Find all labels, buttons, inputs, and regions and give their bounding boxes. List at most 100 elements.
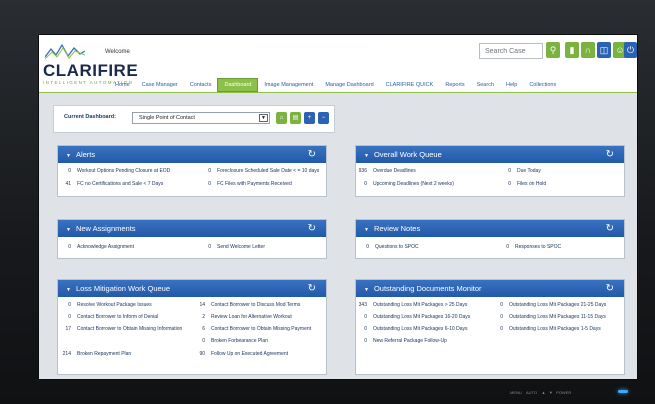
docs-item[interactable]: 0 Outstanding Loss Mit Packages 21-25 Day… [494,302,606,308]
up-arrow-icon[interactable]: ▲ [542,390,546,395]
nav-search[interactable]: Search [471,78,500,92]
refresh-icon[interactable]: ↻ [308,220,316,237]
item-label: Send Welcome Letter [217,244,265,250]
loss-item[interactable]: 14 Contact Borrower to Discuss Mod Terms [196,302,300,308]
nav-reports[interactable]: Reports [439,78,470,92]
item-label: Outstanding Loss Mit Packages 16-20 Days [373,314,471,320]
assignment-item[interactable]: 0 Send Welcome Letter [202,244,265,250]
refresh-icon[interactable]: ↻ [308,146,316,163]
item-label: FC no Certifications and Sale < 7 Days [77,181,164,187]
alert-item[interactable]: 41 FC no Certifications and Sale < 7 Days [62,181,163,187]
refresh-icon[interactable]: ↻ [606,146,614,163]
loss-item[interactable]: 17 Contact Borrower to Obtain Missing Inf… [62,326,190,332]
refresh-icon[interactable]: ↻ [308,280,316,297]
alert-item[interactable]: 0 Workout Options Pending Closure at EOD [62,168,170,174]
alert-item[interactable]: 0 Foreclosure Scheduled Sale Date < = 10 … [202,168,319,174]
item-count: 6 [202,326,205,332]
loss-item[interactable]: 2 Review Loan for Alternative Workout [196,314,292,320]
nav-home[interactable]: Home [109,78,136,92]
item-label: Contact Borrower to Obtain Missing Infor… [77,326,183,332]
loss-item[interactable]: 0 Resolve Workout Package Issues [62,302,151,308]
item-label: Outstanding Loss Mit Packages 6-10 Days [373,326,468,332]
nav-case-manager[interactable]: Case Manager [136,78,184,92]
queue-item[interactable]: 936 Overdue Deadlines [358,168,416,174]
down-arrow-icon[interactable]: ▼ [549,390,553,395]
new-assignments-title: New Assignments [75,224,136,233]
nav-manage-dashboard[interactable]: Manage Dashboard [319,78,379,92]
docs-item[interactable]: 0 Outstanding Loss Mit Packages 1-5 Days [494,326,601,332]
loss-mitigation-header[interactable]: ▼ Loss Mitigation Work Queue ↻ [58,280,326,297]
item-count: 0 [364,181,367,187]
power-button[interactable]: ⏻ [624,42,637,58]
item-count: 0 [500,302,503,308]
docs-item[interactable]: 0 Outstanding Loss Mit Packages 6-10 Days [358,326,468,332]
item-count: 0 [366,244,369,250]
search-input[interactable] [479,43,543,59]
power-label[interactable]: POWER [556,390,571,395]
item-label: Contact Borrower to Discuss Mod Terms [211,302,301,308]
app-window: CLARIFIRE INTELLIGENT AUTOMATION Welcome… [38,34,638,380]
queue-item[interactable]: 0 Upcoming Deadlines (Next 2 weeks) [358,181,454,187]
item-label: Outstanding Loss Mit Packages 11-15 Days [509,314,606,320]
docs-item[interactable]: 0 Outstanding Loss Mit Packages 11-15 Day… [494,314,606,320]
item-count: 0 [208,244,211,250]
item-count: 0 [364,314,367,320]
outstanding-documents-header[interactable]: ▼ Outstanding Documents Monitor ↻ [356,280,624,297]
alerts-header[interactable]: ▼ Alerts ↻ [58,146,326,163]
search-button[interactable]: ⚲ [546,42,560,58]
loss-item[interactable]: 90 Follow Up on Executed Agreement [196,351,288,357]
new-assignments-header[interactable]: ▼ New Assignments ↻ [58,220,326,237]
add-icon: + [307,115,312,121]
queue-item[interactable]: 0 Files on Hold [502,181,546,187]
refresh-icon[interactable]: ↻ [606,220,614,237]
phone-button[interactable]: ▮ [565,42,579,58]
dashboard-home-button[interactable]: ⌂ [276,112,287,124]
docs-item[interactable]: 0 Outstanding Loss Mit Packages 16-20 Day… [358,314,470,320]
outstanding-documents-title: Outstanding Documents Monitor [373,284,482,293]
nav-help[interactable]: Help [500,78,523,92]
nav-contacts[interactable]: Contacts [184,78,218,92]
item-label: Acknowledge Assignment [77,244,134,250]
nav-divider [39,92,637,93]
loss-item[interactable]: 0 Broken Forbearance Plan [196,338,268,344]
dashboard-save-button[interactable]: ▤ [290,112,301,124]
review-notes-title: Review Notes [373,224,421,233]
item-label: Broken Repayment Plan [77,351,132,357]
review-item[interactable]: 0 Responses to SPOC [500,244,561,250]
book-button[interactable]: ◫ [597,42,611,58]
alert-item[interactable]: 0 FC Files with Payments Received [202,181,292,187]
dashboard-label: Current Dashboard: [64,114,116,120]
item-count: 0 [500,314,503,320]
review-notes-header[interactable]: ▼ Review Notes ↻ [356,220,624,237]
overall-work-queue-title: Overall Work Queue [373,150,442,159]
headset-button[interactable]: ∩ [581,42,595,58]
dashboard-remove-button[interactable]: − [318,112,329,124]
dashboard-select[interactable]: Single Point of Contact ▼ [132,112,270,124]
overall-work-queue-panel: ▼ Overall Work Queue ↻ 936 Overdue Deadlin… [355,145,625,197]
caret-down-icon: ▼ [364,287,369,293]
nav-collections[interactable]: Collections [523,78,562,92]
queue-item[interactable]: 0 Due Today [502,168,541,174]
docs-item[interactable]: 343 Outstanding Loss Mit Packages > 25 Da… [358,302,468,308]
refresh-icon[interactable]: ↻ [606,280,614,297]
docs-item[interactable]: 0 New Referral Package Follow-Up [358,338,447,344]
review-item[interactable]: 0 Questions to SPOC [360,244,418,250]
loss-item[interactable]: 0 Contact Borrower to Inform of Denial [62,314,158,320]
nav-clarifire-quick[interactable]: CLARIFIRE QUICK [380,78,440,92]
monitor-frame: CLARIFIRE INTELLIGENT AUTOMATION Welcome… [0,0,655,404]
loss-item[interactable]: 214 Broken Repayment Plan [62,351,132,357]
search-icon: ⚲ [549,44,557,55]
nav-image-management[interactable]: Image Management [258,78,319,92]
dashboard-select-value: Single Point of Contact [139,115,195,121]
nav-dashboard[interactable]: Dashboard [217,78,259,92]
item-label: Upcoming Deadlines (Next 2 weeks) [373,181,454,187]
overall-work-queue-header[interactable]: ▼ Overall Work Queue ↻ [356,146,624,163]
item-count: 0 [202,338,205,344]
item-count: 0 [208,181,211,187]
loss-item[interactable]: 6 Contact Borrower to Obtain Missing Paym… [196,326,311,332]
auto-button[interactable]: AUTO [526,390,537,395]
assignment-item[interactable]: 0 Acknowledge Assignment [62,244,134,250]
item-label: Outstanding Loss Mit Packages 1-5 Days [509,326,601,332]
menu-button[interactable]: MENU [510,390,522,395]
dashboard-add-button[interactable]: + [304,112,315,124]
